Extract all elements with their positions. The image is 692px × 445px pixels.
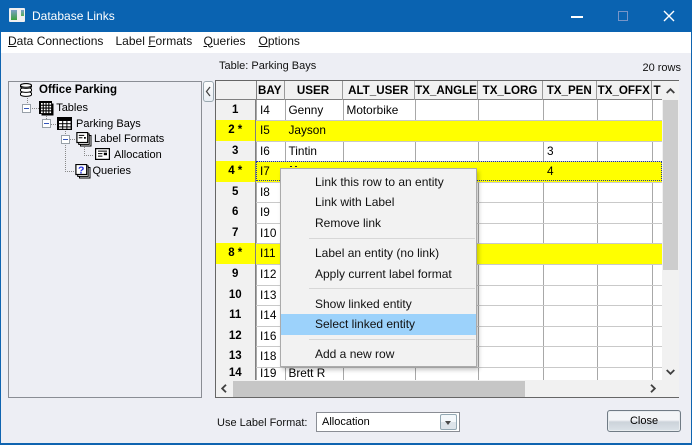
- svg-text:?: ?: [78, 164, 84, 176]
